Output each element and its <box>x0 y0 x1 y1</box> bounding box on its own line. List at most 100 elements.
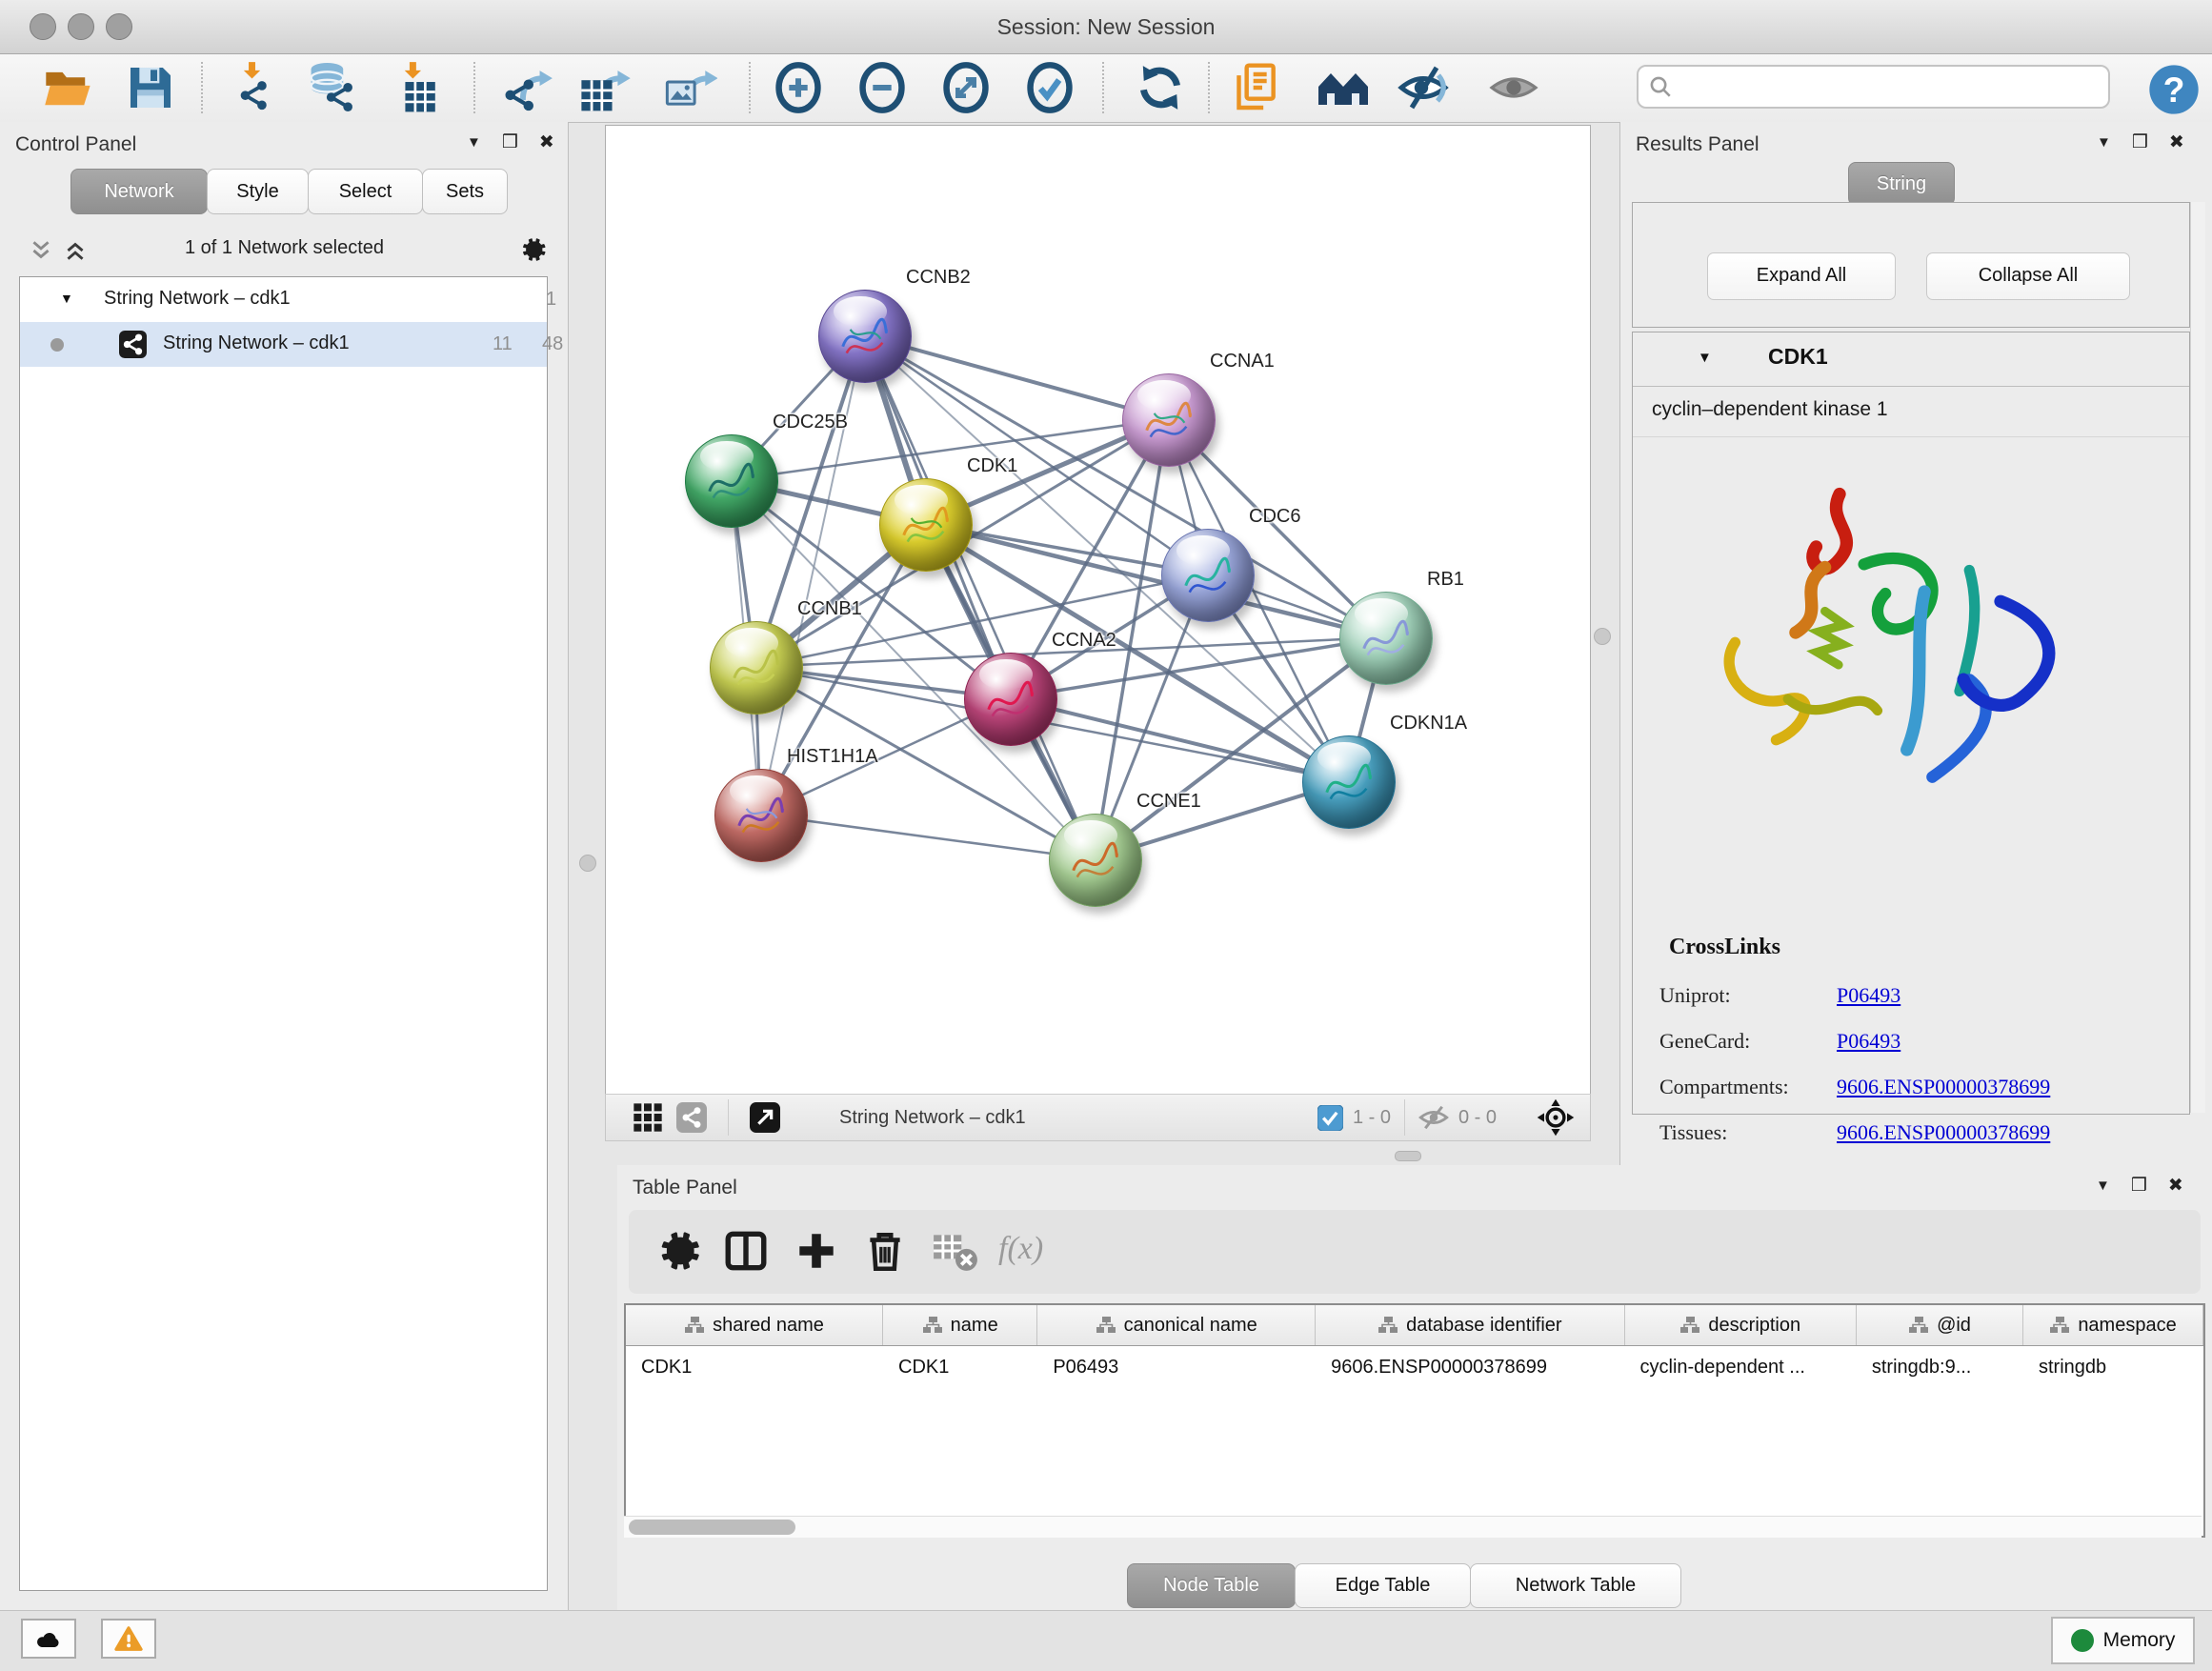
cloud-button[interactable] <box>21 1619 76 1659</box>
network-node-cdkn1a[interactable] <box>1302 735 1396 829</box>
tab-network-table[interactable]: Network Table <box>1470 1563 1681 1608</box>
crosslink-link[interactable]: P06493 <box>1837 983 1900 1008</box>
birds-eye-view-icon[interactable] <box>750 1102 780 1133</box>
column-header-shared-name[interactable]: shared name <box>626 1305 883 1345</box>
panel-float-icon[interactable]: ❒ <box>2131 1177 2147 1195</box>
right-splitter-handle[interactable] <box>1594 628 1611 645</box>
tab-network[interactable]: Network <box>70 169 208 214</box>
delete-column-trash-icon[interactable] <box>861 1227 909 1275</box>
table-cell[interactable]: 9606.ENSP00000378699 <box>1316 1346 1624 1388</box>
show-columns-icon[interactable] <box>722 1227 770 1275</box>
selected-checkbox-icon[interactable] <box>1317 1105 1343 1131</box>
table-cell[interactable]: stringdb:9... <box>1857 1346 2023 1388</box>
tab-style[interactable]: Style <box>207 169 309 214</box>
column-header--id[interactable]: @id <box>1857 1305 2023 1345</box>
search-field[interactable] <box>1637 65 2110 109</box>
column-header-description[interactable]: description <box>1625 1305 1857 1345</box>
tab-select[interactable]: Select <box>308 169 423 214</box>
table-cell[interactable]: CDK1 <box>883 1346 1037 1388</box>
network-node-ccne1[interactable] <box>1049 814 1142 907</box>
node-table[interactable]: shared namenamecanonical namedatabase id… <box>624 1303 2205 1538</box>
crosslink-row: Tissues: 9606.ENSP00000378699 <box>1633 1111 2189 1157</box>
table-horizontal-scrollbar[interactable] <box>624 1516 2202 1538</box>
tree-expander-icon[interactable]: ▼ <box>60 291 73 306</box>
warnings-button[interactable] <box>101 1619 156 1659</box>
section-expander-icon[interactable]: ▼ <box>1698 350 1712 366</box>
memory-button[interactable]: Memory <box>2051 1617 2195 1664</box>
network-row-selected[interactable]: String Network – cdk1 11 48 <box>20 322 547 367</box>
horizontal-splitter-handle[interactable] <box>1395 1151 1421 1161</box>
crosslink-link[interactable]: P06493 <box>1837 1029 1900 1054</box>
crosslink-link[interactable]: 9606.ENSP00000378699 <box>1837 1120 2050 1145</box>
table-gear-icon[interactable] <box>655 1227 703 1275</box>
share-network-icon[interactable] <box>676 1102 707 1133</box>
column-header-namespace[interactable]: namespace <box>2023 1305 2203 1345</box>
zoom-out-icon[interactable] <box>855 61 909 114</box>
zoom-selected-icon[interactable] <box>1023 61 1076 114</box>
panel-close-icon[interactable]: ✖ <box>2169 133 2184 151</box>
network-node-cdk1[interactable] <box>879 478 973 572</box>
import-table-file-icon[interactable] <box>390 61 443 114</box>
open-session-icon[interactable] <box>42 61 95 114</box>
network-node-hist1h1a[interactable] <box>714 769 808 862</box>
scrollbar-thumb[interactable] <box>629 1520 795 1535</box>
export-table-icon[interactable] <box>578 61 632 114</box>
panel-close-icon[interactable]: ✖ <box>539 133 554 151</box>
import-network-database-icon[interactable] <box>306 61 359 114</box>
hidden-eye-icon <box>1417 1103 1451 1132</box>
network-node-rb1[interactable] <box>1339 592 1433 685</box>
network-collection-row[interactable]: ▼ String Network – cdk1 1 <box>20 277 547 322</box>
fit-selection-crosshair-icon[interactable] <box>1537 1098 1575 1137</box>
control-panel-title: Control Panel <box>15 133 136 156</box>
zoom-in-icon[interactable] <box>772 61 825 114</box>
panel-close-icon[interactable]: ✖ <box>2168 1177 2183 1195</box>
warning-icon <box>114 1625 143 1652</box>
panel-menu-icon[interactable]: ▼ <box>2096 1178 2110 1193</box>
function-builder-icon: f(x) <box>998 1231 1075 1278</box>
table-cell[interactable]: CDK1 <box>626 1346 883 1388</box>
crosslink-link[interactable]: 9606.ENSP00000378699 <box>1837 1075 2050 1099</box>
panel-float-icon[interactable]: ❒ <box>502 133 518 151</box>
show-bundles-icon[interactable] <box>1317 61 1370 114</box>
network-node-cdc6[interactable] <box>1161 529 1255 622</box>
show-annotations-icon[interactable] <box>1229 61 1282 114</box>
refresh-layout-icon[interactable] <box>1134 61 1187 114</box>
zoom-fit-icon[interactable] <box>939 61 993 114</box>
help-icon[interactable]: ? <box>2147 63 2201 116</box>
save-session-icon[interactable] <box>124 61 177 114</box>
network-options-gear-icon[interactable] <box>519 235 548 269</box>
tab-node-table[interactable]: Node Table <box>1127 1563 1296 1608</box>
table-cell[interactable]: P06493 <box>1037 1346 1316 1388</box>
export-image-icon[interactable] <box>664 61 717 114</box>
table-cell[interactable]: cyclin-dependent ... <box>1625 1346 1857 1388</box>
network-view-canvas[interactable]: CCNB2 CCNA1 CDC25B CDK1 CDC6 RB1 CCNB1 C… <box>605 125 1591 1096</box>
left-splitter-handle[interactable] <box>579 855 596 872</box>
tab-string[interactable]: String <box>1848 162 1955 206</box>
tab-sets[interactable]: Sets <box>422 169 508 214</box>
tab-edge-table[interactable]: Edge Table <box>1295 1563 1471 1608</box>
table-row[interactable]: CDK1CDK1P064939606.ENSP00000378699cyclin… <box>626 1346 2203 1388</box>
column-header-database-identifier[interactable]: database identifier <box>1316 1305 1624 1345</box>
main-toolbar: ? <box>0 54 2212 123</box>
network-node-ccna1[interactable] <box>1122 373 1216 467</box>
grid-view-icon[interactable] <box>633 1102 663 1133</box>
search-input[interactable] <box>1679 75 2108 99</box>
column-header-name[interactable]: name <box>883 1305 1037 1345</box>
results-scrollbar[interactable] <box>2190 202 2205 1113</box>
network-node-ccna2[interactable] <box>964 653 1057 746</box>
collapse-all-button[interactable]: Collapse All <box>1926 252 2130 300</box>
network-node-ccnb1[interactable] <box>710 621 803 715</box>
panel-menu-icon[interactable]: ▼ <box>2097 135 2111 150</box>
hide-selected-icon[interactable] <box>1397 61 1450 114</box>
column-header-canonical-name[interactable]: canonical name <box>1037 1305 1316 1345</box>
panel-float-icon[interactable]: ❒ <box>2132 133 2148 151</box>
import-network-file-icon[interactable] <box>231 61 284 114</box>
network-node-ccnb2[interactable] <box>818 290 912 383</box>
table-cell[interactable]: stringdb <box>2023 1346 2203 1388</box>
panel-menu-icon[interactable]: ▼ <box>467 135 481 150</box>
export-network-icon[interactable] <box>502 61 555 114</box>
network-node-cdc25b[interactable] <box>685 434 778 528</box>
add-column-icon[interactable] <box>793 1227 840 1275</box>
expand-all-button[interactable]: Expand All <box>1707 252 1896 300</box>
show-all-icon[interactable] <box>1487 61 1540 114</box>
